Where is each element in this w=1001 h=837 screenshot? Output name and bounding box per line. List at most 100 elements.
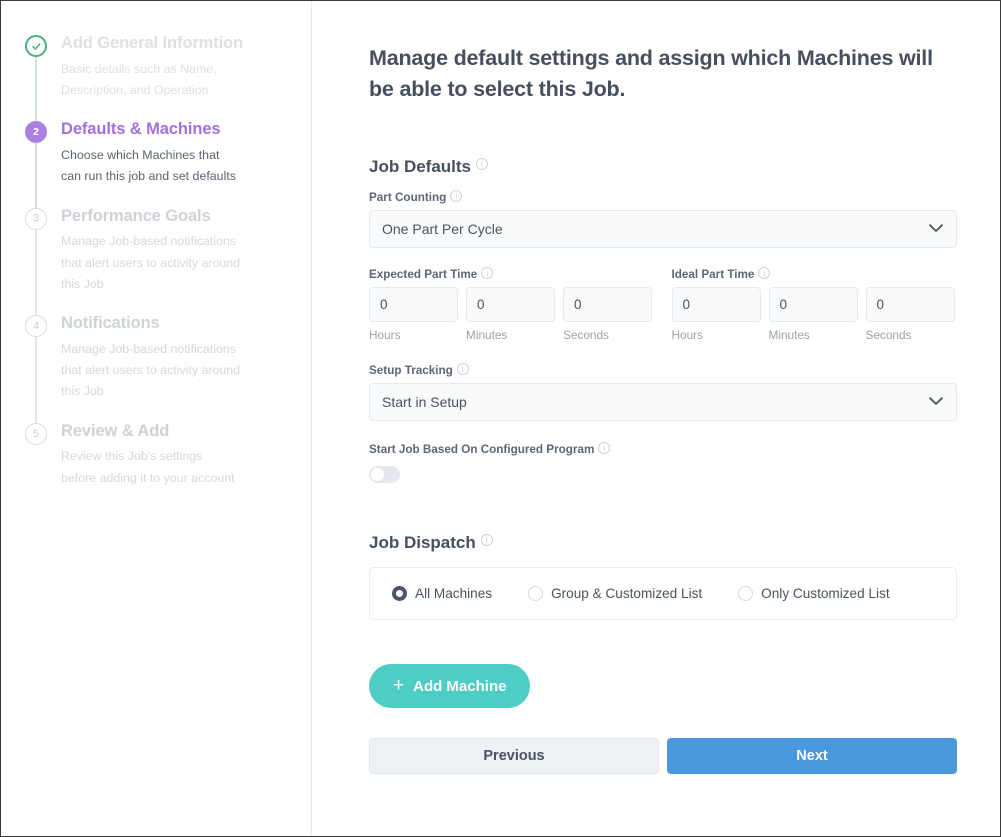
wizard-footer-buttons: Previous Next (369, 738, 957, 775)
expected-minutes-unit: Minutes (466, 328, 508, 343)
sidebar-step-review-and-add[interactable]: 5 Review & Add Review this Job's setting… (1, 421, 311, 489)
sidebar-step-defaults-and-machines[interactable]: 2 Defaults & Machines Choose which Machi… (1, 119, 311, 230)
step-description: Manage Job-based notifications that aler… (61, 234, 241, 291)
step-marker-2: 2 (21, 119, 51, 230)
info-icon[interactable]: i (450, 190, 463, 203)
expected-minutes-input[interactable] (466, 287, 555, 323)
expected-part-time-group: Expected Part Time i Hours Minutes Secon… (369, 267, 654, 342)
wizard-main-panel: Manage default settings and assign which… (312, 1, 1000, 836)
ideal-seconds-unit: Seconds (865, 328, 912, 343)
expected-hours-unit: Hours (369, 328, 401, 343)
label-ideal-part-time: Ideal Part Time i (671, 267, 957, 282)
step-body-2: Defaults & Machines Choose which Machine… (51, 119, 241, 187)
step-body-1: Add General Informtion Basic details suc… (51, 33, 243, 101)
add-machine-label: Add Machine (413, 677, 507, 695)
field-label-text: Expected Part Time (369, 268, 478, 282)
step-description: Choose which Machines that can run this … (61, 147, 236, 184)
section-heading-job-defaults: Job Defaults i (369, 157, 956, 177)
step-number-badge: 4 (25, 315, 47, 338)
field-label-text: Ideal Part Time (671, 268, 755, 282)
label-expected-part-time: Expected Part Time i (369, 267, 654, 282)
step-number-badge: 3 (25, 207, 47, 230)
setup-tracking-select-wrap: Start in Setup (369, 383, 957, 422)
expected-hours-input[interactable] (369, 287, 458, 323)
step-title: Review & Add (61, 421, 170, 440)
job-dispatch-options-panel: All Machines Group & Customized List Onl… (369, 567, 957, 621)
radio-button[interactable] (738, 586, 754, 602)
step-marker-1 (21, 33, 51, 141)
step-description: Manage Job-based notifications that aler… (61, 341, 241, 399)
page-title: Manage default settings and assign which… (369, 46, 933, 102)
section-heading-job-dispatch: Job Dispatch i (369, 533, 956, 553)
radio-label: Only Customized List (761, 586, 890, 602)
step-body-4: Notifications Manage Job-based notificat… (51, 313, 241, 403)
step-title: Add General Informtion (61, 34, 244, 52)
step-number-badge: 5 (25, 422, 47, 445)
part-counting-select-wrap: One Part Per Cycle (369, 210, 957, 249)
field-label-text: Start Job Based On Configured Program (369, 443, 595, 457)
step-marker-3: 3 (21, 206, 51, 338)
ideal-hours-cell: Hours (671, 287, 761, 343)
expected-minutes-cell: Minutes (466, 287, 555, 342)
info-icon[interactable]: i (456, 363, 469, 376)
expected-seconds-cell: Seconds (563, 287, 652, 342)
label-part-counting: Part Counting i (369, 190, 956, 205)
field-label-text: Setup Tracking (369, 364, 453, 378)
setup-tracking-select[interactable]: Start in Setup (369, 383, 957, 422)
step-title: Defaults & Machines (61, 120, 221, 139)
next-button[interactable]: Next (667, 738, 957, 775)
toggle-knob (371, 468, 384, 482)
part-time-groups: Expected Part Time i Hours Minutes Secon… (369, 267, 957, 343)
add-machine-button[interactable]: + Add Machine (369, 664, 531, 709)
field-label-text: Part Counting (369, 191, 447, 205)
section-heading-label: Job Dispatch (369, 533, 476, 553)
check-icon (25, 35, 47, 57)
radio-label: Group & Customized List (551, 586, 703, 602)
step-title: Performance Goals (61, 206, 211, 225)
step-title: Notifications (61, 314, 160, 333)
start-job-program-toggle[interactable] (369, 466, 400, 484)
step-description: Basic details such as Name, Description,… (61, 61, 217, 97)
ideal-minutes-cell: Minutes (768, 287, 858, 343)
ideal-seconds-cell: Seconds (865, 287, 955, 343)
ideal-hours-input[interactable] (671, 287, 761, 323)
step-marker-4: 4 (21, 313, 51, 446)
plus-icon: + (393, 674, 405, 696)
radio-option-only-customized-list[interactable]: Only Customized List (738, 586, 890, 602)
sidebar-step-notifications[interactable]: 4 Notifications Manage Job-based notific… (1, 313, 311, 446)
step-list: Add General Informtion Basic details suc… (1, 33, 311, 489)
ideal-minutes-input[interactable] (768, 287, 858, 323)
part-counting-select[interactable]: One Part Per Cycle (369, 210, 957, 249)
info-icon[interactable]: i (481, 267, 494, 280)
step-marker-5: 5 (21, 421, 51, 445)
info-icon[interactable]: i (598, 442, 611, 455)
step-number-badge: 2 (25, 121, 47, 144)
ideal-minutes-unit: Minutes (768, 328, 810, 343)
wizard-sidebar: Add General Informtion Basic details suc… (1, 1, 312, 836)
radio-option-all-machines[interactable]: All Machines (392, 586, 493, 602)
info-icon[interactable]: i (476, 158, 489, 171)
ideal-seconds-input[interactable] (865, 287, 955, 323)
sidebar-step-add-general-information[interactable]: Add General Informtion Basic details suc… (1, 33, 311, 141)
radio-button[interactable] (528, 586, 544, 602)
ideal-part-time-inputs: Hours Minutes Seconds (671, 287, 957, 343)
radio-option-group-and-customized-list[interactable]: Group & Customized List (528, 586, 703, 602)
info-icon[interactable]: i (758, 267, 771, 280)
sidebar-step-performance-goals[interactable]: 3 Performance Goals Manage Job-based not… (1, 206, 311, 338)
ideal-part-time-group: Ideal Part Time i Hours Minutes Seconds (671, 267, 957, 343)
step-description: Review this Job's settings before adding… (61, 449, 235, 485)
ideal-hours-unit: Hours (671, 328, 703, 343)
radio-button[interactable] (392, 586, 407, 602)
section-heading-label: Job Defaults (369, 157, 472, 177)
label-setup-tracking: Setup Tracking i (369, 363, 956, 378)
step-body-5: Review & Add Review this Job's settings … (51, 421, 241, 489)
wizard-window: Add General Informtion Basic details suc… (0, 0, 1001, 837)
expected-seconds-input[interactable] (563, 287, 652, 323)
label-start-job-based-on-configured-program: Start Job Based On Configured Program i (369, 442, 956, 457)
info-icon[interactable]: i (480, 534, 493, 547)
radio-label: All Machines (415, 586, 493, 602)
expected-seconds-unit: Seconds (563, 328, 609, 343)
previous-button[interactable]: Previous (369, 738, 659, 775)
expected-part-time-inputs: Hours Minutes Seconds (369, 287, 654, 342)
step-body-3: Performance Goals Manage Job-based notif… (51, 206, 241, 296)
